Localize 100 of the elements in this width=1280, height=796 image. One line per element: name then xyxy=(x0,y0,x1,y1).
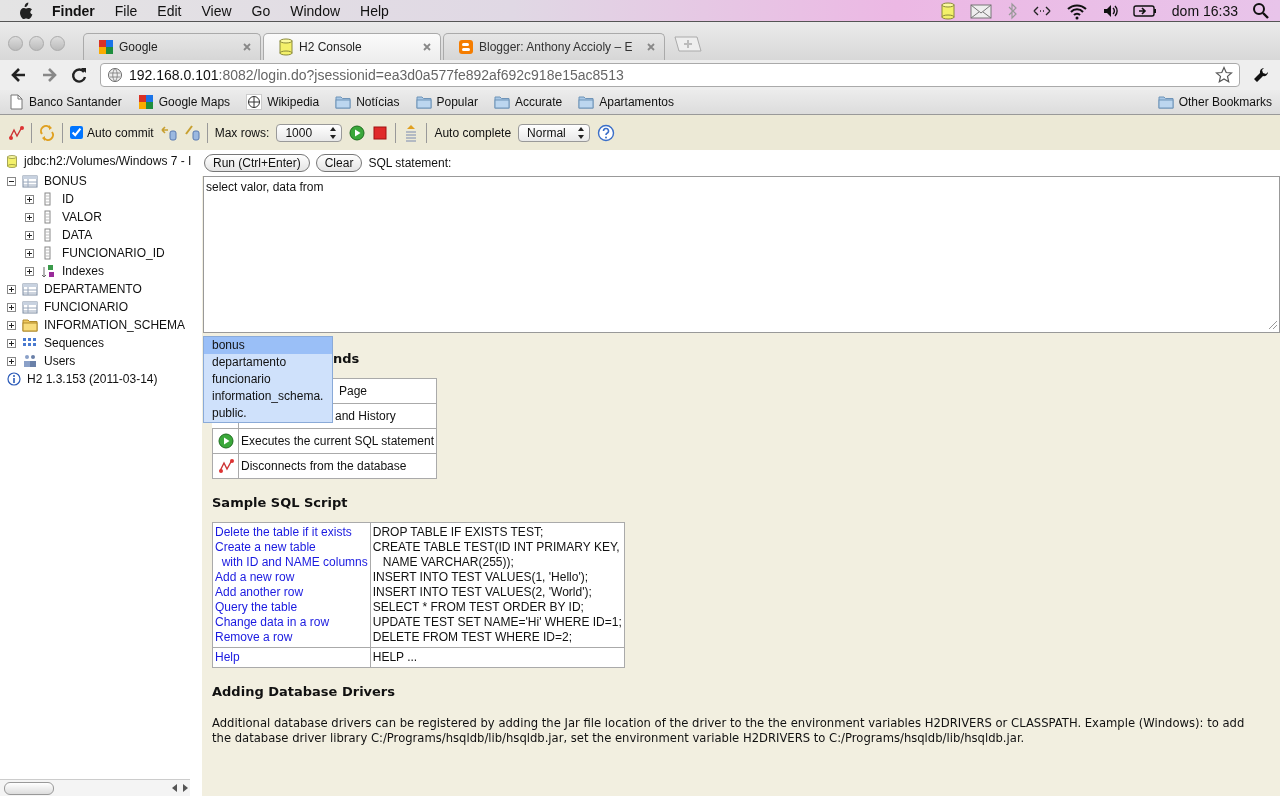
menu-item[interactable]: Go xyxy=(241,2,281,19)
bookmark[interactable]: Apartamentos xyxy=(578,94,674,110)
expand-toggle[interactable] xyxy=(7,320,16,330)
folder-icon xyxy=(335,94,352,110)
section-heading: nds xyxy=(333,349,360,368)
run-button[interactable]: Run (Ctrl+Enter) xyxy=(204,154,310,172)
app-menu[interactable]: Finder xyxy=(34,2,105,19)
page-icon xyxy=(8,94,24,110)
close-icon[interactable] xyxy=(422,42,432,52)
autocomplete-item[interactable]: departamento xyxy=(204,354,332,371)
clear-button[interactable]: Clear xyxy=(315,154,363,172)
search-icon[interactable] xyxy=(1252,1,1270,20)
bookmark[interactable]: Wikipedia xyxy=(246,94,320,110)
browser-tab[interactable]: H2 Console xyxy=(263,33,441,60)
reload-icon[interactable] xyxy=(70,66,88,84)
forward-arrow-icon[interactable] xyxy=(40,66,58,84)
sql-editor[interactable]: select valor, data from xyxy=(203,176,1280,333)
bookmark[interactable]: Popular xyxy=(415,94,478,110)
expand-toggle[interactable] xyxy=(25,230,34,240)
sample-link[interactable]: Add another row xyxy=(215,585,368,600)
stop-icon[interactable] xyxy=(372,124,389,141)
database-icon xyxy=(6,153,18,169)
menu-item[interactable]: Window xyxy=(280,2,351,19)
expand-toggle[interactable] xyxy=(7,284,16,294)
sql-code: CREATE TABLE TEST(ID INT PRIMARY KEY, NAME VARCHAR(255)); xyxy=(372,540,621,570)
tree-item[interactable]: ID xyxy=(62,192,74,206)
expand-toggle[interactable] xyxy=(25,212,34,222)
folder-icon xyxy=(578,94,595,110)
star-icon[interactable] xyxy=(1215,66,1233,84)
auto-commit-checkbox[interactable] xyxy=(70,126,83,139)
browser-tab[interactable]: Google xyxy=(83,33,261,60)
tree-item[interactable]: FUNCIONARIO_ID xyxy=(62,246,165,260)
bookmark[interactable]: Accurate xyxy=(493,94,563,110)
menu-clock[interactable]: dom 16:33 xyxy=(1171,2,1238,19)
resize-grip-icon[interactable] xyxy=(1268,320,1278,330)
collapse-toggle[interactable] xyxy=(7,176,16,186)
sample-link[interactable]: Query the table xyxy=(215,600,368,615)
sample-link[interactable]: Add a new row xyxy=(215,570,368,585)
auto-complete-select[interactable]: Normal xyxy=(518,123,591,142)
expand-toggle[interactable] xyxy=(7,302,16,312)
horizontal-scrollbar[interactable] xyxy=(0,779,190,796)
table-icon xyxy=(22,300,38,314)
tree-item[interactable]: Indexes xyxy=(62,264,105,278)
commit-icon[interactable] xyxy=(183,123,200,142)
sql-code: INSERT INTO TEST VALUES(2, 'World'); xyxy=(372,585,593,600)
tree-item[interactable]: Users xyxy=(44,354,76,368)
rollback-icon[interactable] xyxy=(160,123,177,142)
spinner-arrows-icon xyxy=(329,125,338,140)
tree-item[interactable]: Sequences xyxy=(44,336,105,350)
expand-toggle[interactable] xyxy=(25,266,34,276)
sample-link[interactable]: Create a new table with ID and NAME columns xyxy=(215,540,368,570)
globe-icon xyxy=(107,67,123,83)
expand-toggle[interactable] xyxy=(7,356,16,366)
menu-item[interactable]: Help xyxy=(350,2,399,19)
close-icon[interactable] xyxy=(242,42,252,52)
sql-code: UPDATE TEST SET NAME='Hi' WHERE ID=1; xyxy=(372,615,622,630)
sql-code: SELECT * FROM TEST ORDER BY ID; xyxy=(372,600,585,615)
drivers-paragraph: Additional database drivers can be registered by adding the Jar file location of the driver to the the environment variables H2DRIVERS or CLASSPATH. Example (Windows): to add the database driver library C:/Programs/hsqldb/lib/hsqldb.jar, set the environment variable H2DRIVERS to C:/Programs/hsqldb/lib/hsqldb.jar. xyxy=(212,716,1246,746)
bookmark-folder[interactable]: Other Bookmarks xyxy=(1157,94,1272,110)
expand-toggle[interactable] xyxy=(25,248,34,258)
database-icon[interactable] xyxy=(939,1,956,20)
expand-toggle[interactable] xyxy=(25,194,34,204)
tree-item[interactable]: DEPARTAMENTO xyxy=(44,282,142,296)
disconnect-icon[interactable] xyxy=(8,123,24,142)
sample-link[interactable]: Remove a row xyxy=(215,630,368,645)
run-icon[interactable] xyxy=(349,124,366,141)
address-field[interactable]: 192.168.0.101:8082/login.do?jsessionid=ea3d0a577fe892af692c918e15ac8513 xyxy=(100,63,1240,87)
folder-icon xyxy=(415,94,432,110)
wrench-icon[interactable] xyxy=(1252,66,1270,84)
mail-icon[interactable] xyxy=(969,1,992,20)
disconnect-icon xyxy=(217,457,234,475)
menu-item[interactable]: View xyxy=(191,2,242,19)
command-description: Executes the current SQL statement xyxy=(238,428,437,454)
tree-item[interactable]: VALOR xyxy=(62,210,102,224)
browser-tab[interactable]: Blogger: Anthony Accioly – E xyxy=(443,33,665,60)
close-icon[interactable] xyxy=(646,42,656,52)
autocomplete-item[interactable]: bonus xyxy=(204,337,332,354)
tree-item[interactable]: DATA xyxy=(62,228,93,242)
bookmark[interactable]: Banco Santander xyxy=(8,94,122,110)
table-icon xyxy=(22,282,38,296)
bookmark[interactable]: Google Maps xyxy=(137,94,231,110)
sample-link[interactable]: Change data in a row xyxy=(215,615,368,630)
tree-item[interactable]: INFORMATION_SCHEMA xyxy=(44,318,186,332)
tree-item[interactable]: FUNCIONARIO xyxy=(44,300,128,314)
version-text: H2 1.3.153 (2011-03-14) xyxy=(27,372,158,386)
help-icon[interactable] xyxy=(597,123,616,142)
expand-toggle[interactable] xyxy=(7,338,16,348)
wifi-icon[interactable] xyxy=(1065,1,1088,20)
max-rows-label: Max rows: xyxy=(214,125,270,140)
menu-item[interactable]: File xyxy=(104,2,148,19)
sample-link[interactable]: Delete the table if it exists xyxy=(215,525,368,540)
bookmark[interactable]: Notícias xyxy=(335,94,400,110)
scroll-right-icon[interactable] xyxy=(180,782,190,794)
back-arrow-icon[interactable] xyxy=(10,66,28,84)
sql-code: DELETE FROM TEST WHERE ID=2; xyxy=(372,630,573,645)
apple-icon[interactable] xyxy=(18,1,34,20)
menu-item[interactable]: Edit xyxy=(147,2,192,19)
tree-item[interactable]: BONUS xyxy=(44,174,87,188)
scroll-left-icon[interactable] xyxy=(170,782,180,794)
max-rows-select[interactable]: 1000 xyxy=(276,123,343,142)
